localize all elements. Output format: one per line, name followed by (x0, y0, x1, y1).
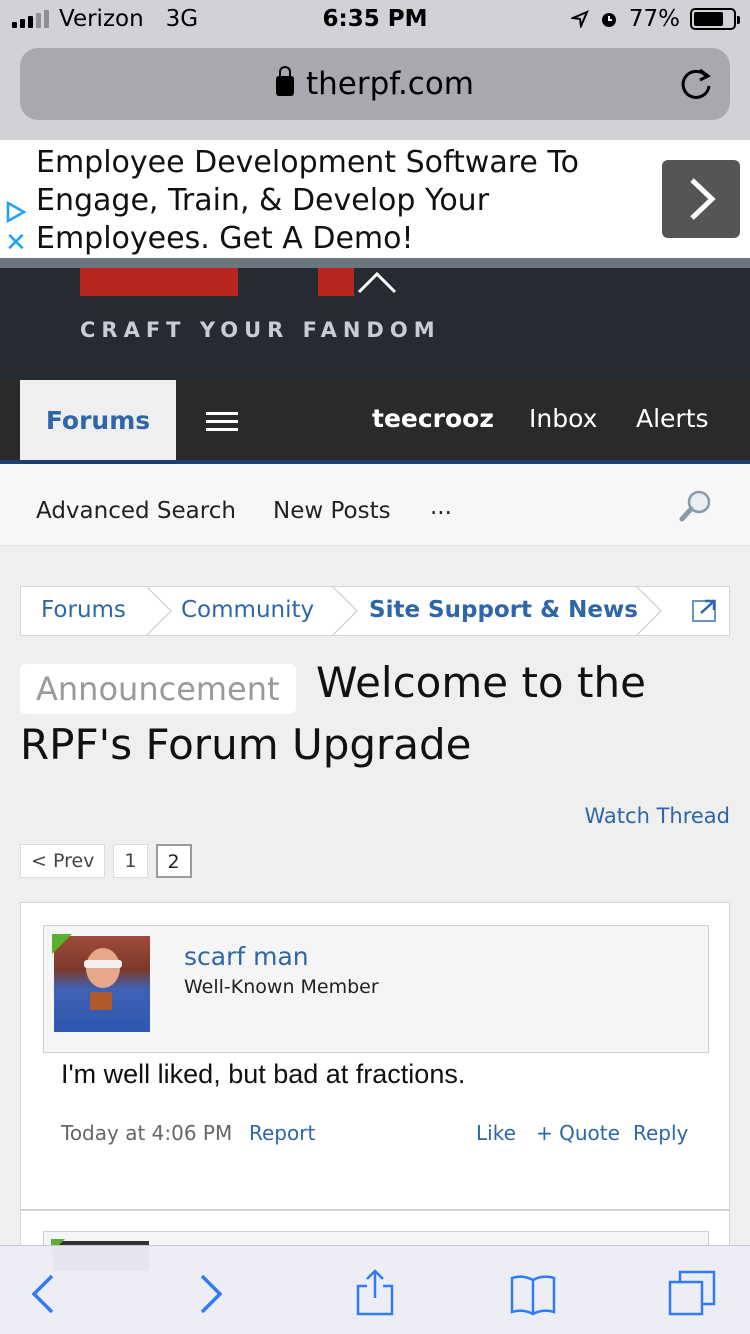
thread-prefix-badge: Announcement (20, 664, 296, 714)
forward-icon[interactable] (184, 1268, 234, 1318)
post: scarf man Well-Known Member I'm well lik… (20, 902, 730, 1210)
ad-close-icon[interactable]: ✕ (5, 228, 27, 258)
post-username[interactable]: scarf man (184, 942, 309, 971)
quote-link[interactable]: + Quote (536, 1121, 620, 1145)
online-indicator-icon (52, 934, 72, 954)
location-icon (570, 10, 589, 28)
chevron-right-icon (332, 587, 359, 635)
reply-link[interactable]: Reply (633, 1121, 688, 1145)
battery-percent: 77% (628, 6, 680, 32)
browser-chrome: therpf.com (0, 40, 750, 140)
pagination: < Prev 1 2 (20, 844, 192, 878)
url-text: therpf.com (305, 66, 475, 102)
search-icon[interactable] (678, 488, 714, 524)
current-page-button[interactable]: 2 (155, 844, 192, 878)
breadcrumb-community[interactable]: Community (181, 597, 314, 623)
watch-thread-link[interactable]: Watch Thread (585, 804, 730, 828)
thread-title: Welcome to the (316, 658, 646, 707)
site-header: CRAFT YOUR FANDOM (0, 268, 750, 380)
tabs-icon[interactable] (668, 1268, 718, 1318)
main-content: Forums Community Site Support & News Ann… (0, 546, 750, 1291)
status-bar: Verizon 3G 6:35 PM 77% (0, 0, 750, 40)
prev-page-button[interactable]: < Prev (20, 844, 106, 878)
more-link[interactable]: ... (430, 494, 452, 520)
chevron-right-icon (636, 587, 663, 635)
tab-forums[interactable]: Forums (20, 380, 176, 460)
ad-arrow-button[interactable] (662, 160, 740, 238)
post-user-info: scarf man Well-Known Member (43, 925, 709, 1053)
address-bar[interactable]: therpf.com (20, 48, 730, 120)
ad-text[interactable]: Employee Development Software To Engage,… (36, 144, 636, 258)
alerts-link[interactable]: Alerts (636, 404, 709, 433)
jump-to-icon[interactable] (691, 597, 719, 623)
reload-icon[interactable] (676, 64, 716, 104)
sub-nav: Advanced Search New Posts ... (0, 464, 750, 546)
chevron-right-icon (690, 178, 716, 220)
main-nav: Forums teecrooz Inbox Alerts (0, 380, 750, 464)
alarm-icon (601, 13, 616, 27)
site-logo-part[interactable] (318, 268, 354, 296)
battery-icon (690, 8, 740, 30)
ad-banner[interactable]: Employee Development Software To Engage,… (0, 140, 750, 258)
post-date[interactable]: Today at 4:06 PM (61, 1121, 232, 1145)
report-link[interactable]: Report (249, 1121, 315, 1145)
site-tagline: CRAFT YOUR FANDOM (80, 318, 441, 342)
post-message: I'm well liked, but bad at fractions. (61, 1059, 466, 1089)
new-posts-link[interactable]: New Posts (273, 498, 391, 524)
browser-toolbar (0, 1245, 750, 1334)
share-icon[interactable] (350, 1268, 400, 1318)
ad-divider (0, 258, 750, 268)
menu-icon[interactable] (206, 412, 238, 432)
advanced-search-link[interactable]: Advanced Search (36, 498, 236, 524)
user-menu-link[interactable]: teecrooz (372, 404, 494, 433)
adchoices-icon[interactable] (4, 200, 28, 224)
lock-icon (275, 66, 294, 96)
chevron-right-icon (146, 587, 173, 635)
post-user-title: Well-Known Member (184, 976, 379, 998)
page-button[interactable]: 1 (113, 844, 148, 878)
chevron-up-icon[interactable] (357, 270, 397, 294)
breadcrumb-site-support[interactable]: Site Support & News (369, 597, 638, 623)
breadcrumb: Forums Community Site Support & News (20, 586, 730, 636)
like-link[interactable]: Like (476, 1121, 516, 1145)
bookmarks-icon[interactable] (508, 1268, 558, 1318)
site-logo[interactable] (80, 268, 238, 296)
back-icon[interactable] (20, 1268, 70, 1318)
thread-title-continued: RPF's Forum Upgrade (20, 720, 472, 769)
breadcrumb-forums[interactable]: Forums (41, 597, 126, 623)
inbox-link[interactable]: Inbox (529, 404, 597, 433)
